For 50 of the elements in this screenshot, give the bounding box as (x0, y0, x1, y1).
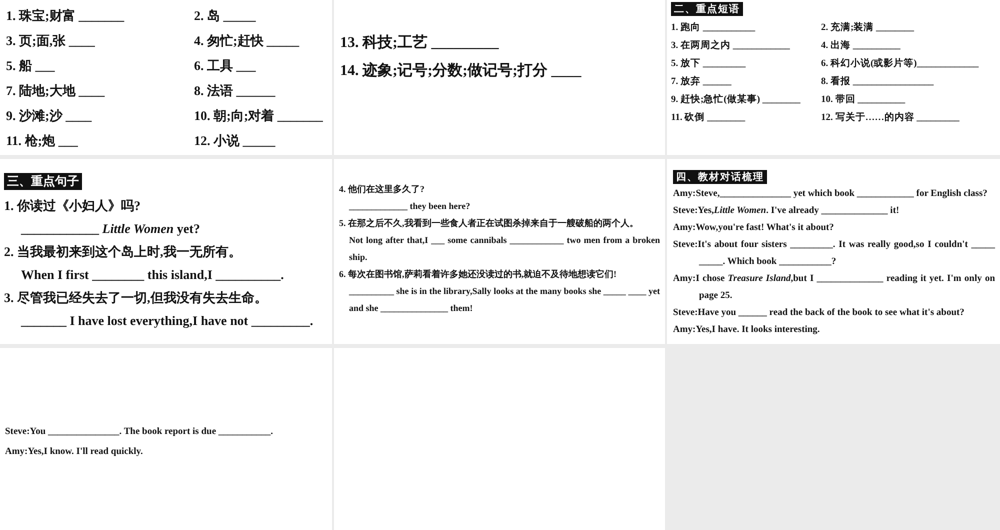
exercise-item: 7. 陆地;大地 ____ (6, 82, 106, 100)
exercise-line: Amy:Steve,_______________ yet which book ____________ for English class? (673, 188, 988, 201)
exercise-item: 11. 砍倒 ________ (671, 111, 746, 124)
exercise-line: __________ she is in the library,Sally looks at the many books she _____ ____ yet and she _______________ them! (348, 285, 660, 315)
exercise-line: Steve:It's about four sisters _________. It was really good,so I couldn't _____ _____. Which book ___________? (673, 239, 995, 269)
exercise-item: 10. 带回 __________ (821, 93, 906, 106)
section-heading: 三、重点句子 (4, 173, 82, 190)
exercise-item: 5. 船 ___ (6, 57, 56, 75)
exercise-line: Amy:Wow,you're fast! What's it about? (673, 222, 835, 235)
exercise-item: 1. 珠宝;财富 _______ (6, 7, 126, 25)
exercise-item: 6. 科幻小说(或影片等)_____________ (821, 57, 980, 70)
exercise-item: 2. 岛 _____ (194, 7, 257, 25)
exercise-line: Amy:Yes,I have. It looks interesting. (673, 324, 821, 337)
exercise-line: 13. 科技;工艺 _________ (340, 33, 500, 52)
exercise-item: 8. 法语 ______ (194, 82, 276, 100)
exercise-line: Steve:Yes,Little Women. I've already ______________ it! (673, 205, 900, 218)
exercise-item: 10. 朝;向;对着 _______ (194, 107, 324, 125)
exercise-line: Not long after that,I ___ some cannibals ____________ two men from a broken ship. (348, 234, 660, 264)
exercise-line: ____________ Little Women yet? (20, 220, 201, 238)
exercise-item: 3. 页;面,张 ____ (6, 32, 96, 50)
exercise-item: 9. 沙滩;沙 ____ (6, 107, 93, 125)
exercise-line: Amy:I chose Treasure Island,but I ______________ reading it yet. I'm only on page 25. (673, 273, 995, 303)
exercise-item: 1. 跑向 ___________ (671, 21, 756, 34)
exercise-line: When I first ________ this island,I __________. (20, 266, 285, 284)
exercise-line: 1. 你读过《小妇人》吗? (4, 197, 142, 215)
exercise-line: Steve:Have you ______ read the back of the book to see what it's about? (673, 307, 966, 320)
section-heading: 四、教材对话梳理 (673, 170, 767, 184)
exercise-item: 12. 小说 _____ (194, 132, 276, 150)
exercise-line: 14. 迹象;记号;分数;做记号;打分 ____ (340, 61, 582, 80)
exercise-line: 2. 当我最初来到这个岛上时,我一无所有。 (4, 243, 242, 261)
exercise-line: _____________ they been here? (348, 200, 472, 213)
exercise-line: 6. 每次在图书馆,萨莉看着许多她还没读过的书,就迫不及待地想读它们! (339, 268, 618, 281)
exercise-item: 2. 充满;装满 ________ (821, 21, 916, 34)
exercise-item: 6. 工具 ___ (194, 57, 257, 75)
exercise-line: 4. 他们在这里多久了? (339, 183, 426, 196)
exercise-item: 11. 枪;炮 ___ (6, 132, 79, 150)
section-heading: 二、重点短语 (671, 2, 743, 16)
exercise-item: 3. 在两周之内 ____________ (671, 39, 791, 52)
exercise-line: 5. 在那之后不久,我看到一些食人者正在试图杀掉来自于一艘破船的两个人。 (339, 217, 640, 230)
exercise-item: 8. 看报 _________________ (821, 75, 935, 88)
exercise-item: 7. 放弃 ______ (671, 75, 732, 88)
exercise-line: Amy:Yes,I know. I'll read quickly. (5, 446, 144, 459)
exercise-item: 4. 出海 __________ (821, 39, 902, 52)
exercise-line: Steve:You _______________. The book report is due ___________. (5, 426, 274, 439)
exercise-item: 5. 放下 _________ (671, 57, 747, 70)
exercise-item: 4. 匆忙;赶快 _____ (194, 32, 300, 50)
exercise-line: 3. 尽管我已经失去了一切,但我没有失去生命。 (4, 289, 268, 307)
exercise-item: 9. 赶快;急忙(做某事) ________ (671, 93, 802, 106)
exercise-line: _______ I have lost everything,I have not _________. (20, 312, 314, 330)
exercise-item: 12. 写关于……的内容 _________ (821, 111, 960, 124)
